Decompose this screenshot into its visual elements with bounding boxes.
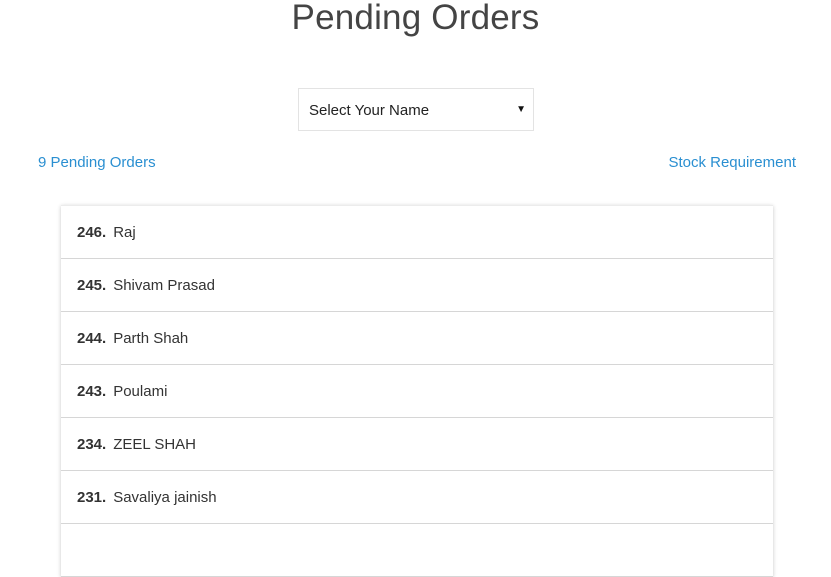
order-row[interactable]: 243. Poulami [61, 365, 773, 418]
order-row[interactable]: 246. Raj [61, 206, 773, 259]
order-number: 231. [77, 488, 107, 506]
caret-down-icon: ▼ [516, 104, 526, 115]
order-customer-name: Poulami [113, 382, 168, 400]
stock-requirement-link[interactable]: Stock Requirement [668, 154, 796, 172]
order-number: 234. [77, 435, 107, 453]
select-selected-value: Select Your Name [309, 102, 430, 119]
order-number: 245. [77, 276, 107, 294]
order-row[interactable]: 245. Shivam Prasad [61, 259, 773, 312]
order-row[interactable]: 231. Savaliya jainish [61, 471, 773, 524]
page-title: Pending Orders [291, 0, 540, 37]
order-row[interactable] [61, 524, 773, 577]
order-number: 246. [77, 223, 107, 241]
order-number: 244. [77, 329, 107, 347]
orders-list: 246. Raj 245. Shivam Prasad 244. Parth S… [61, 205, 773, 577]
name-select-dropdown[interactable]: Select Your Name ▼ [298, 88, 534, 131]
order-row[interactable]: 234. ZEEL SHAH [61, 418, 773, 471]
order-number: 243. [77, 382, 107, 400]
order-customer-name: ZEEL SHAH [113, 435, 197, 453]
order-customer-name: Parth Shah [113, 329, 189, 347]
order-row[interactable]: 244. Parth Shah [61, 312, 773, 365]
order-customer-name: Raj [113, 223, 136, 241]
order-customer-name: Shivam Prasad [113, 276, 215, 294]
order-customer-name: Savaliya jainish [113, 488, 217, 506]
pending-orders-count-link[interactable]: 9 Pending Orders [38, 154, 156, 172]
